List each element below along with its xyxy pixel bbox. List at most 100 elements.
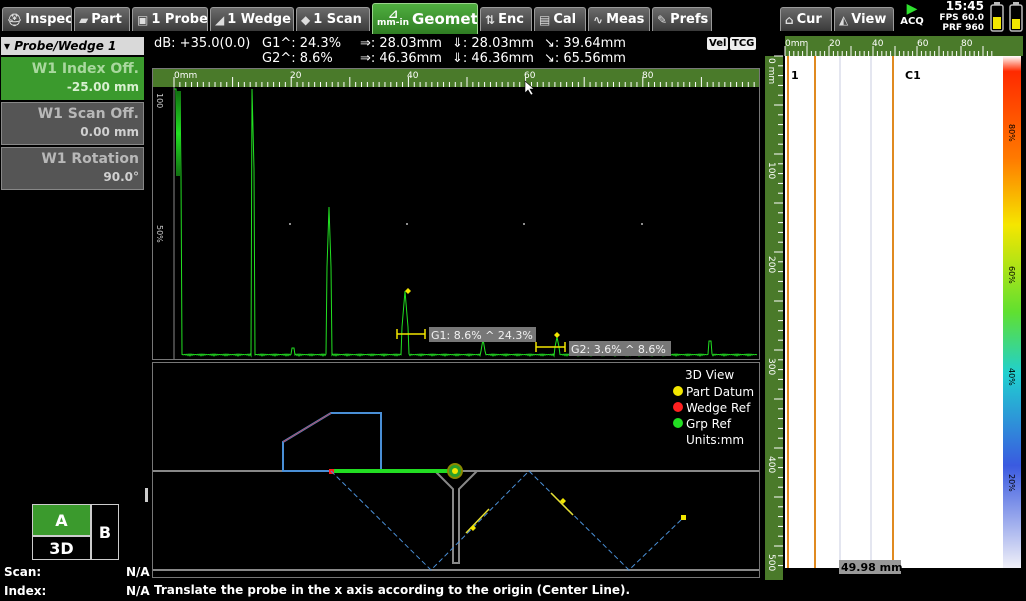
ascan-grid-dots [289,223,643,225]
legend-wedge-ref: Wedge Ref [673,401,750,415]
cscan-left-tick-label: 200 [766,256,776,273]
part-datum-center [452,468,458,474]
cscan-left-tick-label: 100 [766,162,776,179]
tab-wedge[interactable]: ◢ 1 Wedge [210,7,294,31]
palette-tick-label: 40% [1007,368,1016,386]
weld-bevel [434,470,478,564]
index-label: Index: [4,584,47,598]
g2-diagonal-readout: ↘: 65.56mm [544,51,626,66]
tab-prefs[interactable]: ✎ Prefs [652,7,712,31]
helmet-icon: ⛑ [7,12,23,27]
tab-inspec[interactable]: ⛑ Inspec [2,7,72,31]
g1-readout: G1^: 24.3% [262,36,342,51]
cscan-left-tick-label: 400 [766,456,776,473]
tab-cal[interactable]: ▤ Cal [534,7,586,31]
legend-dot-icon [673,418,683,428]
measure-icon: ∿ [593,12,604,27]
3d-view-title: 3D View [685,368,735,382]
tcg-badge[interactable]: TCG [730,37,757,50]
palette-tick-label: 20% [1007,474,1016,492]
cscan-left-tick-label: 500 [766,554,776,571]
tab-view[interactable]: ◭ View [834,7,894,31]
probe-wedge-group-header[interactable]: ▾ Probe/Wedge 1 [1,37,144,55]
ascan-left-tick-label: 100 [155,93,164,108]
units-label: Units:mm [686,433,745,447]
legend-grp-ref: Grp Ref [673,417,731,431]
palette-tick-label: 80% [1007,124,1016,142]
cscan-left-unit: 0 mm [766,58,776,84]
cscan-bottom-readout: 49.98 mm [841,561,903,574]
grid-dot [641,223,643,225]
g2-readout: G2^: 8.6% [262,51,333,66]
tab-enc[interactable]: ⇅ Enc [480,7,532,31]
g1-diagonal-readout: ↘: 39.64mm [544,36,626,51]
g1-gate-label: G1: 8.6% ^ 24.3% [431,329,533,342]
tab-cur[interactable]: ⌂ Cur [780,7,832,31]
cscan-left-tick-label: 300 [766,358,776,375]
ascan-ruler-unit: 0mm [174,71,197,81]
view-3d-button[interactable]: 3D [32,536,91,560]
cscan-top-tick-label: 80 [961,39,973,49]
tab-scan[interactable]: ◆ 1 Scan [296,7,370,31]
param-w1-scan-offset[interactable]: W1 Scan Off. 0.00 mm [1,102,144,145]
tab-part[interactable]: ▰ Part [74,7,130,31]
grid-dot [523,223,525,225]
gate-g1[interactable] [396,288,426,339]
legend-part-datum: Part Datum [673,385,754,399]
legend-dot-icon [673,402,683,412]
panel-scroll-handle[interactable] [145,488,148,502]
wedge-outline [282,412,382,472]
acq-button[interactable]: ▶ ACQ [898,2,926,32]
beam-end-marker [681,515,686,520]
probe-icon: ▣ [137,12,149,27]
cscan-cursor-label-1: 1 [791,69,799,82]
cscan-top-unit: 0mm [785,39,808,49]
g2-gate-label: G2: 3.6% ^ 8.6% [571,343,666,356]
ascan-waveform [174,88,758,358]
grid-dot [289,223,291,225]
preferences-icon: ✎ [657,12,668,27]
3d-view-panel[interactable]: 3D View Part Datum Wedge Ref Grp Ref Uni… [152,362,760,578]
tab-geometry[interactable]: ⊿mm-inGeometry [372,3,478,34]
g2-peak-marker [554,332,560,338]
tab-meas[interactable]: ∿ Meas [588,7,650,31]
collapse-arrow-icon: ▾ [4,39,15,53]
ascan-left-tick-label: 50% [155,225,164,243]
top-tab-bar: ⛑ Inspec ▰ Part ▣ 1 Probe ◢ 1 Wedge ◆ 1 Scan … [0,0,1026,34]
left-panel: ▾ Probe/Wedge 1 W1 Index Off. -25.00 mm … [0,35,150,601]
cursor-icon: ⌂ [785,12,794,27]
ascan-ruler-tick-label: 40 [407,71,419,81]
view-a-button[interactable]: A [32,504,91,536]
wedge-icon: ◢ [215,12,225,27]
param-w1-rotation[interactable]: W1 Rotation 90.0° [1,147,144,190]
g2-soundpath-readout: ⇒: 46.36mm [360,51,442,66]
clock-readout: 15:45 FPS 60.0 PRF 960 [939,0,984,33]
beam-highlight-segment [550,492,574,516]
encoder-icon: ⇅ [485,12,496,27]
beam-highlight-segment [465,508,490,534]
status-message: Translate the probe in the x axis accord… [154,583,631,597]
legend-dot-icon [673,386,683,396]
ascan-ruler-tick-label: 80 [642,71,654,81]
part-icon: ▰ [79,12,89,27]
g1-depth-readout: ⇓: 28.03mm [452,36,534,51]
probe-face [282,412,332,443]
calibration-icon: ▤ [539,12,551,27]
g1-soundpath-readout: ⇒: 28.03mm [360,36,442,51]
cscan-view[interactable]: 0mm 20 40 60 80 0 mm 100 200 300 400 500… [765,36,1023,580]
g2-depth-readout: ⇓: 46.36mm [452,51,534,66]
cscan-top-tick-label: 60 [917,39,929,49]
ascan-view[interactable]: 0mm 20 40 60 80 100 50% G1: 8.6% ^ 24.3%… [152,68,760,360]
scan-value: N/A [126,565,150,579]
param-w1-index-offset[interactable]: W1 Index Off. -25.00 mm [1,57,144,100]
tab-probe[interactable]: ▣ 1 Probe [132,7,208,31]
play-icon: ▶ [906,1,918,17]
view-b-button[interactable]: B [91,504,119,560]
cscan-top-tick-label: 20 [829,39,841,49]
palette-tick-label: 60% [1007,266,1016,284]
grid-dot [406,223,408,225]
battery-icon [990,2,1023,32]
vel-badge[interactable]: Vel [707,37,729,50]
gate-g2[interactable] [535,332,566,352]
scan-icon: ◆ [301,12,311,27]
